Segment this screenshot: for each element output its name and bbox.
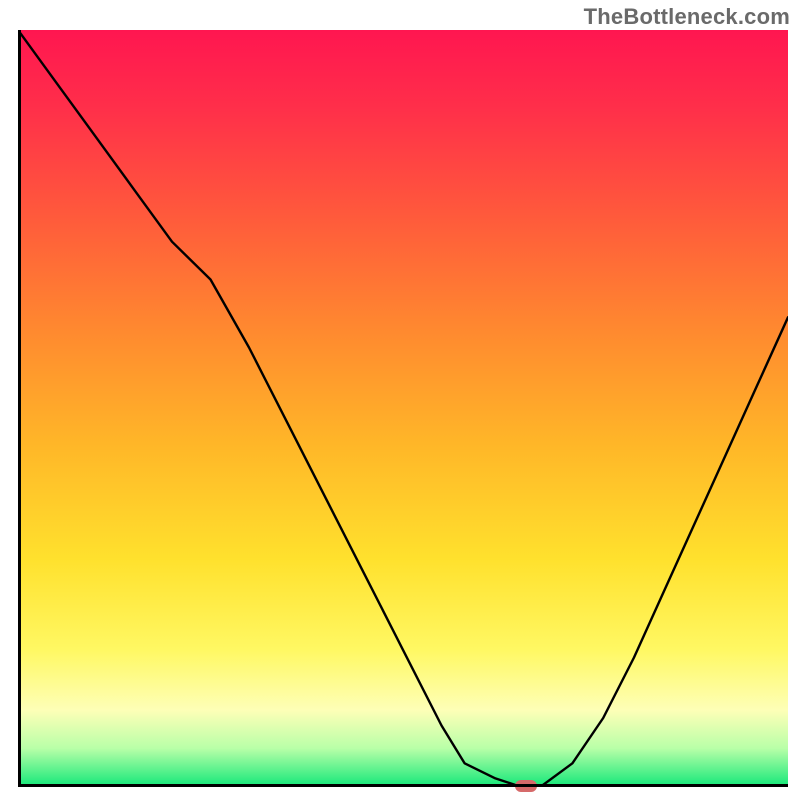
chart-container: TheBottleneck.com: [0, 0, 800, 800]
bottleneck-curve-path: [18, 30, 788, 786]
x-axis-line: [18, 784, 788, 787]
plot-area: [18, 30, 788, 786]
curve-svg: [18, 30, 788, 786]
y-axis-line: [18, 30, 21, 786]
watermark-text: TheBottleneck.com: [584, 4, 790, 30]
